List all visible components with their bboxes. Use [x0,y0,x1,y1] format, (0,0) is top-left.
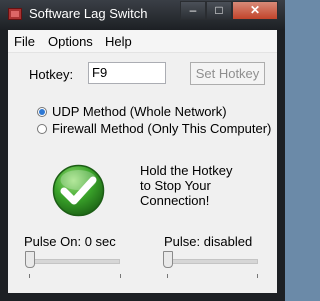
menu-file[interactable]: File [14,34,35,49]
menu-options[interactable]: Options [48,34,93,49]
pulse-on-ticks [29,274,121,278]
app-icon [8,8,22,20]
pulse-on-label: Pulse On: 0 sec [24,234,116,249]
status-line-3: Connection! [140,193,210,208]
status-line-2: to Stop Your [140,178,211,193]
close-button[interactable]: ✕ [232,1,278,20]
title-bar[interactable]: Software Lag Switch – □ ✕ [0,0,285,30]
pulse-slider-thumb[interactable] [163,251,173,268]
status-line-1: Hold the Hotkey [140,163,233,178]
pulse-on-slider-thumb[interactable] [25,251,35,268]
firewall-method-label[interactable]: Firewall Method (Only This Computer) [52,121,271,136]
window-title: Software Lag Switch [29,6,148,21]
hotkey-input[interactable]: F9 [88,62,166,84]
menu-help[interactable]: Help [105,34,132,49]
green-checkmark-icon [52,164,105,222]
client-area: File Options Help Hotkey: F9 Set Hotkey … [8,30,277,293]
app-window: Software Lag Switch – □ ✕ File Options H… [0,0,285,301]
pulse-track[interactable] [165,259,258,264]
maximize-button[interactable]: □ [206,1,232,20]
udp-method-radio[interactable] [37,107,47,117]
pulse-ticks [167,274,258,278]
pulse-on-track[interactable] [26,259,120,264]
menu-bar: File Options Help [8,30,277,53]
set-hotkey-button[interactable]: Set Hotkey [190,62,265,85]
minimize-button[interactable]: – [180,1,206,20]
hotkey-label: Hotkey: [29,67,74,82]
firewall-method-radio[interactable] [37,124,47,134]
pulse-label: Pulse: disabled [164,234,253,249]
udp-method-label[interactable]: UDP Method (Whole Network) [52,104,227,119]
